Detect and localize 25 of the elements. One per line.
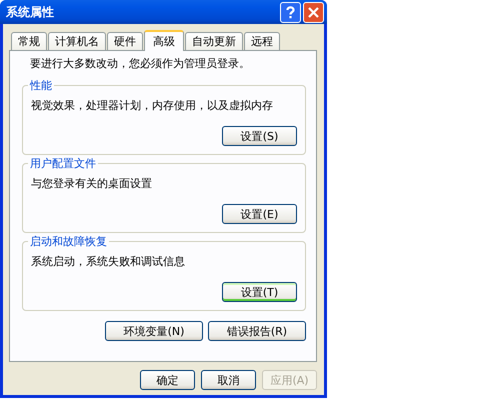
close-icon [308, 6, 319, 18]
tab[interactable]: 自动更新 [185, 32, 243, 50]
tab[interactable]: 远程 [244, 32, 280, 50]
question-mark-icon [286, 6, 295, 18]
tab[interactable]: 硬件 [107, 32, 143, 50]
settings-button[interactable]: 设置(T) [222, 282, 297, 302]
settings-button[interactable]: 设置(S) [222, 126, 297, 146]
close-button[interactable] [303, 2, 324, 22]
dialog-button[interactable]: 确定 [140, 370, 195, 390]
help-button[interactable] [280, 2, 301, 22]
window-title: 系统属性 [6, 4, 55, 20]
option-button[interactable]: 错误报告(R) [208, 321, 306, 341]
group-description: 系统启动，系统失败和调试信息 [31, 254, 186, 269]
group-description: 与您登录有关的桌面设置 [31, 176, 153, 191]
tab[interactable]: 常规 [11, 32, 47, 50]
settings-button[interactable]: 设置(E) [222, 204, 297, 224]
dialog-button[interactable]: 取消 [201, 370, 256, 390]
group-title: 用户配置文件 [28, 156, 98, 171]
group-description: 视觉效果，处理器计划，内存使用，以及虚拟内存 [31, 98, 274, 113]
tab[interactable]: 高级 [144, 30, 184, 51]
admin-notice: 要进行大多数改动，您必须作为管理员登录。 [30, 56, 251, 71]
tab[interactable]: 计算机名 [48, 32, 106, 50]
group-title: 启动和故障恢复 [28, 234, 109, 249]
group-title: 性能 [28, 78, 54, 93]
option-button[interactable]: 环境变量(N) [105, 321, 203, 341]
